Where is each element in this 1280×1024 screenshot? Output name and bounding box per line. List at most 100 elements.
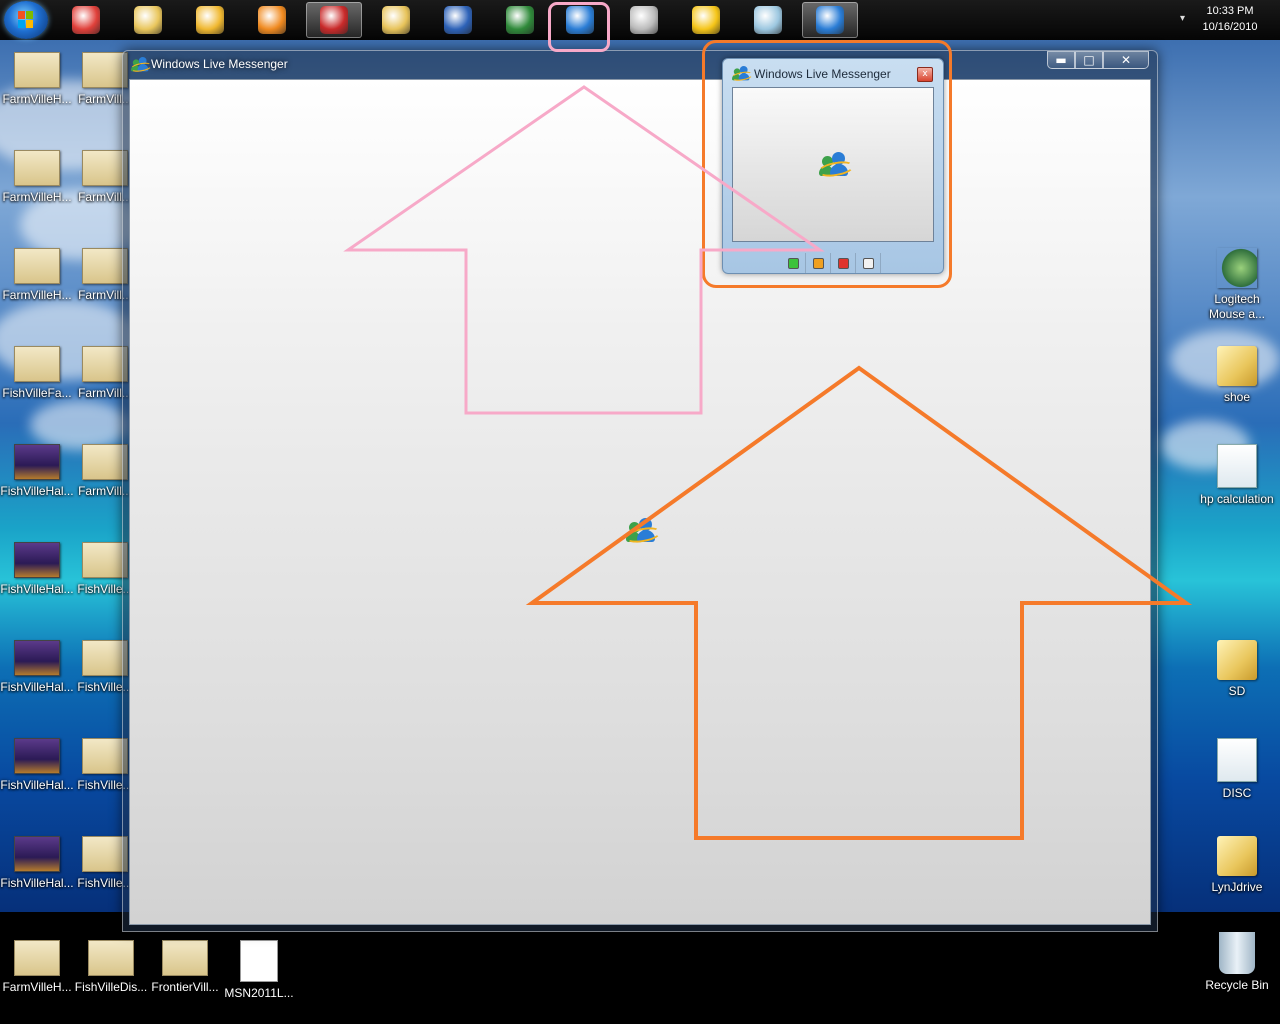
- desktop-icon-label: MSN2011L...: [224, 986, 294, 1000]
- desktop-icon-label: FishVilleHal...: [0, 484, 74, 498]
- desktop-icon-right-4-image: [1217, 738, 1257, 782]
- explorer-icon: [134, 6, 162, 34]
- desktop-icon-left1-0[interactable]: FarmVilleH...: [0, 46, 76, 107]
- chrome-icon: [72, 6, 100, 34]
- desktop-icon-right-4[interactable]: DISC: [1198, 732, 1276, 801]
- desktop-icon-label: FarmVilleH...: [2, 92, 72, 106]
- desktop-icon-left1-8[interactable]: FishVilleHal...: [0, 830, 76, 891]
- messenger-active-icon: [816, 6, 844, 34]
- taskbar-button-notepad[interactable]: [740, 2, 796, 38]
- desktop-icon-label: Logitech Mouse a...: [1208, 292, 1266, 321]
- desktop-icon-right-3-image: [1217, 640, 1257, 680]
- desktop-icon-left1-0-image: [14, 52, 60, 88]
- bird-icon: [692, 6, 720, 34]
- taskbar-button-paint[interactable]: [368, 2, 424, 38]
- desktop-icon-bottom-1[interactable]: FishVilleDis...: [72, 934, 150, 995]
- taskbar-button-chrome[interactable]: [58, 2, 114, 38]
- desktop-icon-label: FishVilleHal...: [0, 876, 74, 890]
- desktop-icon-left1-6-image: [14, 640, 60, 676]
- snipping-tool-icon: [320, 6, 348, 34]
- taskbar: ▾ 10:33 PM 10/16/2010: [0, 0, 1280, 40]
- taskbar-button-outlook[interactable]: [182, 2, 238, 38]
- desktop-icon-left1-7-image: [14, 738, 60, 774]
- messenger-loading-icon: [624, 518, 662, 546]
- outlook-icon: [196, 6, 224, 34]
- desktop-icon-left1-6[interactable]: FishVilleHal...: [0, 634, 76, 695]
- taskbar-button-excel[interactable]: [492, 2, 548, 38]
- windows-logo-icon: [18, 11, 34, 29]
- minimize-button[interactable]: ▬: [1047, 51, 1075, 69]
- desktop-icon-left1-7[interactable]: FishVilleHal...: [0, 732, 76, 793]
- desktop-icon-label: FishVilleHal...: [0, 778, 74, 792]
- desktop-icon-left1-4-image: [14, 444, 60, 480]
- desktop-icon-left1-8-image: [14, 836, 60, 872]
- desktop-icon-label: FarmVilleH...: [2, 288, 72, 302]
- desktop-icon-bottom-0-image: [14, 940, 60, 976]
- main-window-content: [129, 79, 1151, 925]
- desktop-icon-label: SD: [1228, 684, 1246, 698]
- desktop-icon-left1-4[interactable]: FishVilleHal...: [0, 438, 76, 499]
- desktop-icon-label: FishVilleDis...: [74, 980, 148, 994]
- recycle-bin-icon-image: [1219, 932, 1255, 974]
- desktop-icon-bottom-3[interactable]: MSN2011L...: [220, 934, 298, 1001]
- desktop-icon-left1-5[interactable]: FishVilleHal...: [0, 536, 76, 597]
- desktop-icon-bottom-1-image: [88, 940, 134, 976]
- desktop-icon-right-3[interactable]: SD: [1198, 634, 1276, 699]
- messenger-main-window[interactable]: Windows Live Messenger ▬ □ ✕: [122, 50, 1158, 932]
- desktop-icon-bottom-2-image: [162, 940, 208, 976]
- speedometer-icon: [630, 6, 658, 34]
- taskbar-button-snipping-tool[interactable]: [306, 2, 362, 38]
- desktop-icon-left1-1[interactable]: FarmVilleH...: [0, 144, 76, 205]
- desktop-icon-label: LynJdrive: [1211, 880, 1263, 894]
- word-icon: [444, 6, 472, 34]
- desktop-icon-label: FarmVilleH...: [2, 980, 72, 994]
- desktop-icon-left1-5-image: [14, 542, 60, 578]
- desktop-icon-label: FishVilleHal...: [0, 680, 74, 694]
- taskbar-button-bird[interactable]: [678, 2, 734, 38]
- desktop-icon-left1-3[interactable]: FishVilleFa...: [0, 340, 76, 401]
- desktop-icon-right-1-image: [1217, 346, 1257, 386]
- taskbar-button-word[interactable]: [430, 2, 486, 38]
- media-player-icon: [258, 6, 286, 34]
- desktop-icon-label: FrontierVill...: [151, 980, 219, 994]
- desktop-icon-left1-3-image: [14, 346, 60, 382]
- desktop-icon-bottom-3-image: [240, 940, 278, 982]
- desktop-icon-label: FishVilleHal...: [0, 582, 74, 596]
- desktop-icon-right-2-image: [1217, 444, 1257, 488]
- pink-highlight-box: [548, 2, 610, 52]
- desktop-icon-label: DISC: [1222, 786, 1252, 800]
- desktop-icon-label: hp calculation: [1200, 492, 1274, 506]
- desktop-icon-bottom-2[interactable]: FrontierVill...: [146, 934, 224, 995]
- notepad-icon: [754, 6, 782, 34]
- caption-buttons: ▬ □ ✕: [1047, 51, 1149, 69]
- desktop-icon-right-2[interactable]: hp calculation: [1198, 438, 1276, 507]
- desktop-icon-left1-1-image: [14, 150, 60, 186]
- close-button[interactable]: ✕: [1103, 51, 1149, 69]
- paint-icon: [382, 6, 410, 34]
- show-hidden-icons-arrow[interactable]: ▾: [1180, 13, 1185, 24]
- desktop-icon-right-0[interactable]: Logitech Mouse a...: [1198, 242, 1276, 322]
- desktop-icon-bottom-0[interactable]: FarmVilleH...: [0, 934, 76, 995]
- clock[interactable]: 10:33 PM 10/16/2010: [1194, 3, 1266, 35]
- desktop-icon-left1-2[interactable]: FarmVilleH...: [0, 242, 76, 303]
- clock-date: 10/16/2010: [1202, 21, 1258, 33]
- desktop-icon-right-0-image: [1217, 248, 1257, 288]
- desktop-icon-right-1[interactable]: shoe: [1198, 340, 1276, 405]
- desktop-icon-left1-2-image: [14, 248, 60, 284]
- recycle-bin-icon[interactable]: Recycle Bin: [1198, 926, 1276, 993]
- maximize-button[interactable]: □: [1075, 51, 1103, 69]
- desktop-icon-right-5-image: [1217, 836, 1257, 876]
- desktop-icon-label: FarmVilleH...: [2, 190, 72, 204]
- main-window-title: Windows Live Messenger: [151, 57, 288, 71]
- clock-time: 10:33 PM: [1206, 5, 1254, 17]
- start-button[interactable]: [4, 1, 48, 39]
- taskbar-button-explorer[interactable]: [120, 2, 176, 38]
- taskbar-button-speedometer[interactable]: [616, 2, 672, 38]
- taskbar-button-messenger-active[interactable]: [802, 2, 858, 38]
- desktop-icon-right-5[interactable]: LynJdrive: [1198, 830, 1276, 895]
- main-window-titlebar[interactable]: Windows Live Messenger ▬ □ ✕: [123, 51, 1157, 79]
- orange-highlight-box: [702, 40, 952, 288]
- taskbar-button-media-player[interactable]: [244, 2, 300, 38]
- excel-icon: [506, 6, 534, 34]
- desktop-icon-label: FishVilleFa...: [2, 386, 72, 400]
